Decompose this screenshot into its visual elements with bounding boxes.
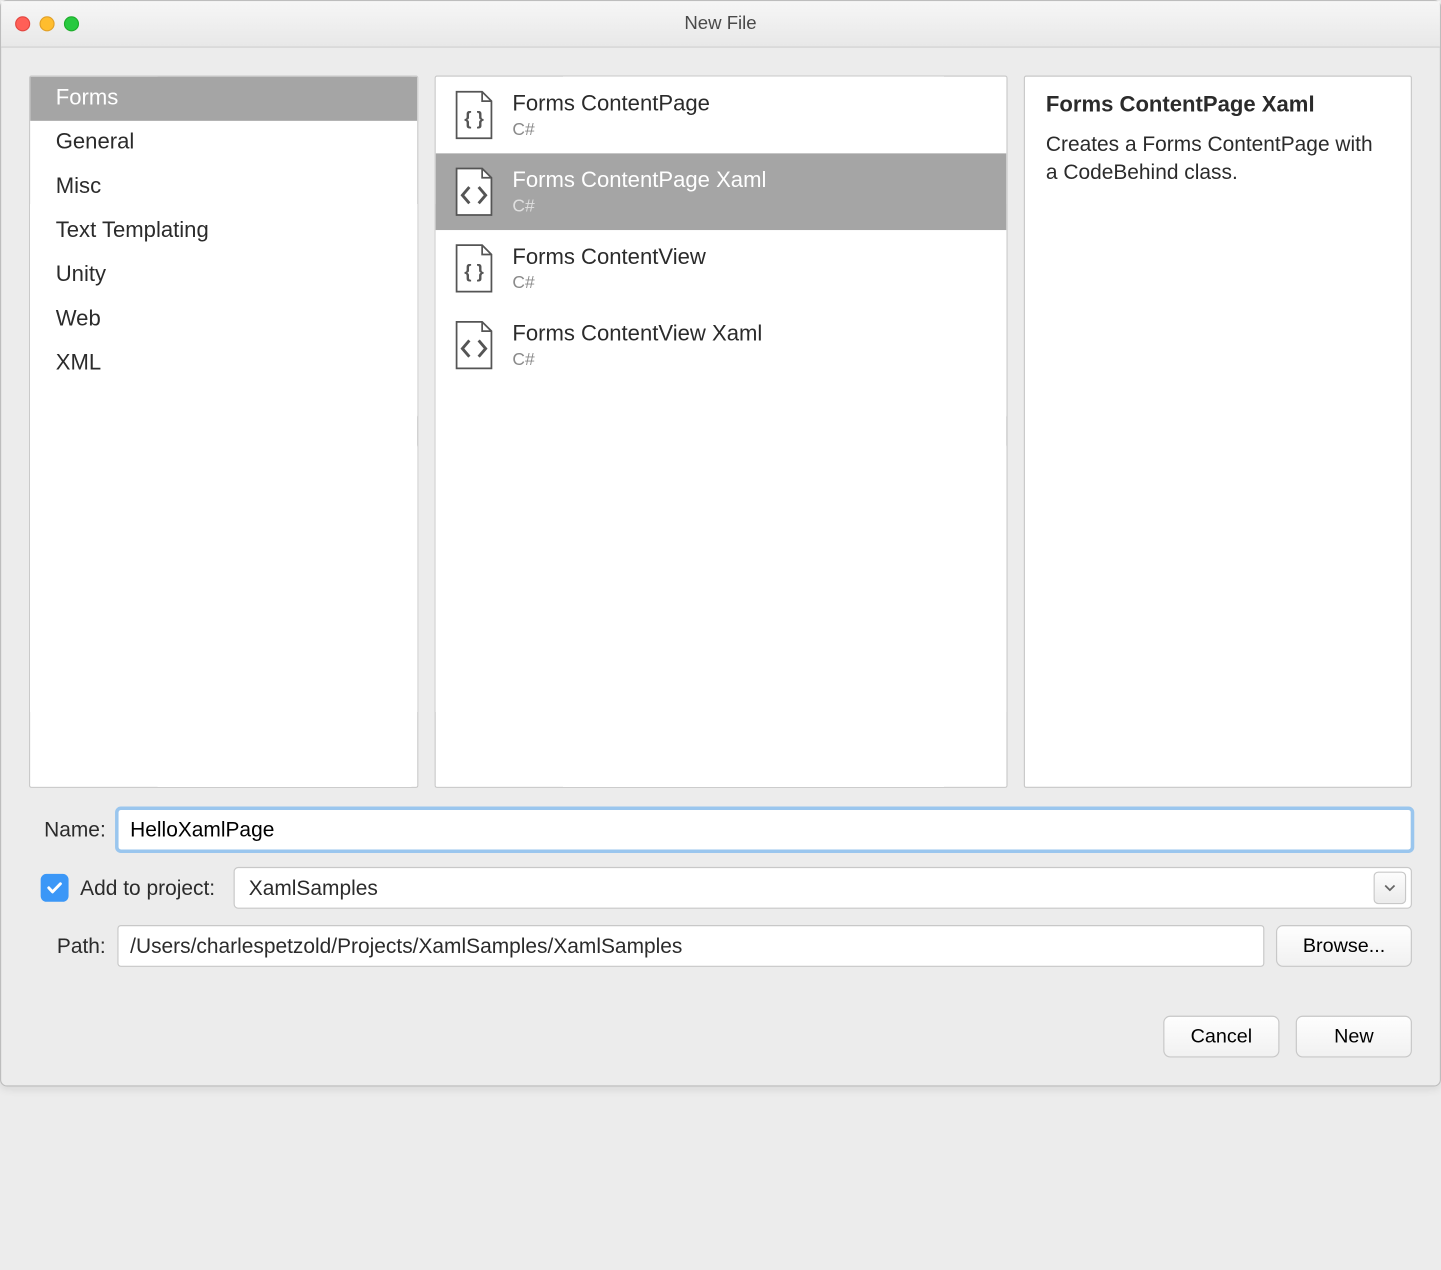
- new-file-dialog: New File Forms General Misc Text Templat…: [0, 0, 1441, 1087]
- template-name: Forms ContentPage: [512, 91, 710, 117]
- category-item-unity[interactable]: Unity: [30, 253, 417, 297]
- template-lang: C#: [512, 196, 766, 216]
- template-panel: { } Forms ContentPage C# Forms ContentPa…: [435, 76, 1008, 788]
- dropdown-button[interactable]: [1374, 872, 1407, 905]
- xaml-file-icon: [452, 320, 496, 371]
- category-panel: Forms General Misc Text Templating Unity…: [29, 76, 418, 788]
- name-label: Name:: [29, 818, 106, 842]
- name-row: Name:: [29, 809, 1412, 851]
- path-row: Path: /Users/charlespetzold/Projects/Xam…: [29, 925, 1412, 967]
- category-item-xml[interactable]: XML: [30, 342, 417, 386]
- add-to-project-checkbox[interactable]: [41, 874, 69, 902]
- template-list: { } Forms ContentPage C# Forms ContentPa…: [436, 77, 1007, 384]
- titlebar: New File: [1, 1, 1440, 47]
- resize-handle-icon[interactable]: [1006, 414, 1007, 449]
- template-lang: C#: [512, 273, 705, 293]
- dialog-content: Forms General Misc Text Templating Unity…: [1, 48, 1440, 1086]
- add-to-project-row: Add to project: XamlSamples: [29, 867, 1412, 909]
- resize-handle-icon[interactable]: [417, 414, 418, 449]
- template-item-contentview-xaml[interactable]: Forms ContentView Xaml C#: [436, 307, 1007, 384]
- browse-button[interactable]: Browse...: [1276, 925, 1412, 967]
- code-file-icon: { }: [452, 89, 496, 140]
- category-item-text-templating[interactable]: Text Templating: [30, 209, 417, 253]
- template-name: Forms ContentView: [512, 245, 705, 271]
- form: Name: Add to project: XamlSamples Path:: [29, 809, 1412, 967]
- template-name: Forms ContentPage Xaml: [512, 168, 766, 194]
- template-item-contentview[interactable]: { } Forms ContentView C#: [436, 230, 1007, 307]
- template-item-contentpage-xaml[interactable]: Forms ContentPage Xaml C#: [436, 153, 1007, 230]
- description-title: Forms ContentPage Xaml: [1046, 93, 1390, 119]
- svg-text:{ }: { }: [464, 261, 484, 282]
- description-text: Creates a Forms ContentPage with a CodeB…: [1046, 130, 1390, 186]
- checkmark-icon: [45, 879, 64, 898]
- panels: Forms General Misc Text Templating Unity…: [29, 76, 1412, 788]
- category-item-forms[interactable]: Forms: [30, 77, 417, 121]
- add-to-project-label: Add to project:: [80, 876, 215, 900]
- category-item-web[interactable]: Web: [30, 297, 417, 341]
- template-item-contentpage[interactable]: { } Forms ContentPage C#: [436, 77, 1007, 154]
- project-select-value: XamlSamples: [249, 876, 378, 900]
- footer: Cancel New: [29, 988, 1412, 1058]
- template-name: Forms ContentView Xaml: [512, 321, 762, 347]
- path-input[interactable]: /Users/charlespetzold/Projects/XamlSampl…: [117, 925, 1264, 967]
- name-input[interactable]: [117, 809, 1412, 851]
- template-lang: C#: [512, 349, 762, 369]
- window-title: New File: [1, 13, 1440, 34]
- template-lang: C#: [512, 119, 710, 139]
- svg-text:{ }: { }: [464, 107, 484, 128]
- category-list: Forms General Misc Text Templating Unity…: [30, 77, 417, 386]
- code-file-icon: { }: [452, 243, 496, 294]
- new-button[interactable]: New: [1296, 1016, 1412, 1058]
- xaml-file-icon: [452, 166, 496, 217]
- category-item-general[interactable]: General: [30, 121, 417, 165]
- path-value: /Users/charlespetzold/Projects/XamlSampl…: [130, 934, 682, 958]
- description-panel: Forms ContentPage Xaml Creates a Forms C…: [1024, 76, 1412, 788]
- path-label: Path:: [29, 934, 106, 958]
- chevron-down-icon: [1384, 884, 1396, 891]
- cancel-button[interactable]: Cancel: [1163, 1016, 1279, 1058]
- category-item-misc[interactable]: Misc: [30, 165, 417, 209]
- project-select[interactable]: XamlSamples: [234, 867, 1412, 909]
